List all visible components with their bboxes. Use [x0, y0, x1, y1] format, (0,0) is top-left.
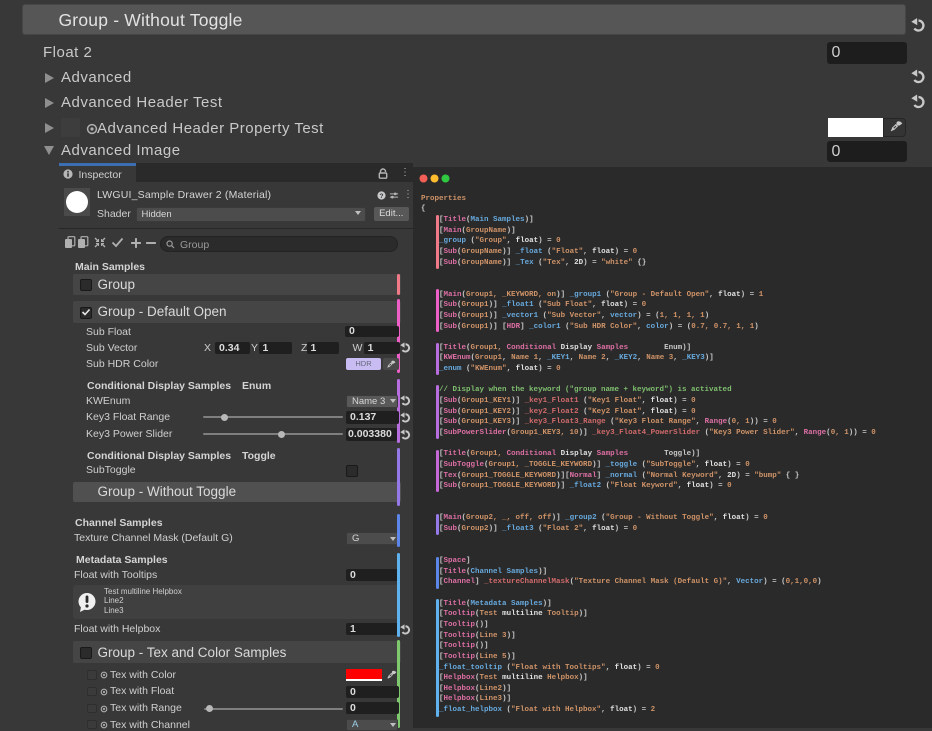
svg-text:?: ?	[379, 192, 383, 199]
